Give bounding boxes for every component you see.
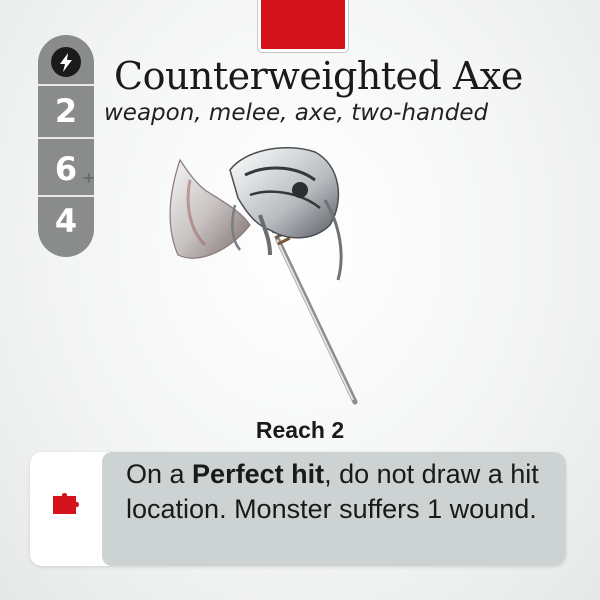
puzzle-piece-icon [53, 493, 79, 514]
ability-keyword: Perfect hit [192, 459, 325, 489]
ability-text: On a Perfect hit, do not draw a hit loca… [126, 457, 556, 527]
stat-column: 2 6 4 [38, 35, 94, 257]
accuracy-plus: + [82, 168, 96, 187]
lightning-bolt-icon [60, 53, 72, 72]
axe-illustration [169, 146, 358, 405]
reach-label: Reach 2 [255, 417, 345, 443]
stat-divider [38, 137, 94, 139]
stat-divider [38, 84, 94, 86]
strength-value: 4 [54, 202, 78, 240]
ability-box: On a Perfect hit, do not draw a hit loca… [30, 452, 566, 566]
card-keywords: weapon, melee, axe, two-handed [104, 100, 489, 126]
speed-value: 2 [54, 92, 78, 130]
card-title: Counterweighted Axe [114, 54, 523, 98]
card-color-tab [258, 0, 348, 52]
speed-circle [51, 47, 81, 77]
stat-divider [38, 195, 94, 197]
ability-text-prefix: On a [126, 459, 193, 489]
